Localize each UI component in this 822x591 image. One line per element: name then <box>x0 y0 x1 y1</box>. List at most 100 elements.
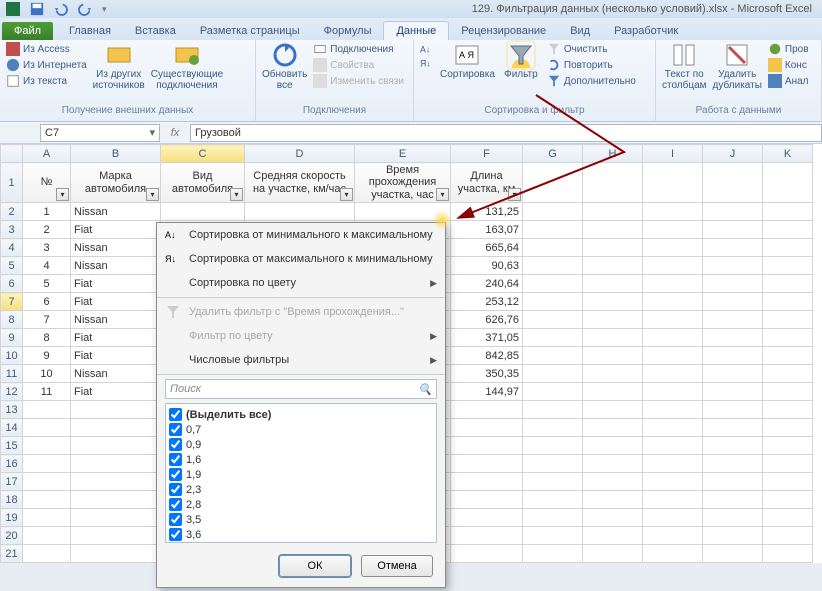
col-header-I[interactable]: I <box>643 145 703 163</box>
btn-validation[interactable]: Пров <box>768 42 809 56</box>
cell[interactable]: 90,63 <box>451 257 523 275</box>
sort-descending[interactable]: Я↓ Сортировка от максимального к минимал… <box>157 247 445 271</box>
filter-values-list[interactable]: (Выделить все) 0,70,91,61,92,32,83,53,64… <box>165 403 437 543</box>
btn-clear-filter[interactable]: Очистить <box>547 42 636 56</box>
tab-data[interactable]: Данные <box>383 21 449 40</box>
filter-value-item[interactable]: 3,5 <box>169 512 433 527</box>
cell[interactable]: 5 <box>23 275 71 293</box>
cell[interactable]: 3 <box>23 239 71 257</box>
undo-icon[interactable] <box>54 2 68 16</box>
row-header[interactable]: 12 <box>1 383 23 401</box>
row-header[interactable]: 10 <box>1 347 23 365</box>
cell[interactable]: 131,25 <box>451 203 523 221</box>
btn-sort-asc[interactable]: А↓ <box>420 42 434 56</box>
cell[interactable]: 842,85 <box>451 347 523 365</box>
redo-icon[interactable] <box>78 2 92 16</box>
cell[interactable] <box>161 203 245 221</box>
filter-value-item[interactable]: 3,6 <box>169 527 433 542</box>
btn-remove-duplicates[interactable]: Удалить дубликаты <box>713 42 762 91</box>
btn-existing-connections[interactable]: Существующие подключения <box>151 42 223 91</box>
cell[interactable]: 9 <box>23 347 71 365</box>
cell[interactable]: 350,35 <box>451 365 523 383</box>
cell[interactable]: 253,12 <box>451 293 523 311</box>
col-header-E[interactable]: E <box>355 145 451 163</box>
tab-review[interactable]: Рецензирование <box>449 22 558 40</box>
table-row[interactable]: 2 1 Nissan 131,25 <box>1 203 813 221</box>
row-header[interactable]: 15 <box>1 437 23 455</box>
btn-reapply[interactable]: Повторить <box>547 58 636 72</box>
col-header-D[interactable]: D <box>245 145 355 163</box>
col-header-J[interactable]: J <box>703 145 763 163</box>
row-header[interactable]: 7 <box>1 293 23 311</box>
col-header-B[interactable]: B <box>71 145 161 163</box>
filter-dropdown-B[interactable]: ▾ <box>146 188 159 201</box>
cell[interactable]: 11 <box>23 383 71 401</box>
cell[interactable]: Fiat <box>71 221 161 239</box>
row-header[interactable]: 20 <box>1 527 23 545</box>
filter-dropdown-D[interactable]: ▾ <box>340 188 353 201</box>
table-header-speed[interactable]: Средняя скорость на участке, км/час▾ <box>245 163 355 203</box>
table-header-time[interactable]: Время прохождения участка, час▾ <box>355 163 451 203</box>
cell[interactable] <box>245 203 355 221</box>
btn-connections[interactable]: Подключения <box>313 42 404 56</box>
tab-view[interactable]: Вид <box>558 22 602 40</box>
btn-filter[interactable]: Фильтр <box>501 42 541 88</box>
cell[interactable]: 163,07 <box>451 221 523 239</box>
filter-value-item[interactable]: 2,3 <box>169 482 433 497</box>
row-header[interactable]: 2 <box>1 203 23 221</box>
cell[interactable]: Fiat <box>71 347 161 365</box>
col-header-F[interactable]: F <box>451 145 523 163</box>
cell[interactable]: 371,05 <box>451 329 523 347</box>
filter-value-item[interactable]: 0,9 <box>169 437 433 452</box>
row-header[interactable]: 18 <box>1 491 23 509</box>
table-header-type[interactable]: Вид автомобиля▾ <box>161 163 245 203</box>
cell[interactable]: 240,64 <box>451 275 523 293</box>
table-header-n[interactable]: №▾ <box>23 163 71 203</box>
btn-other-sources[interactable]: Из других источников <box>93 42 145 91</box>
row-header[interactable]: 6 <box>1 275 23 293</box>
filter-value-item[interactable]: 4,1 <box>169 542 433 543</box>
cell[interactable]: 8 <box>23 329 71 347</box>
tab-developer[interactable]: Разработчик <box>602 22 690 40</box>
col-header-H[interactable]: H <box>583 145 643 163</box>
btn-advanced[interactable]: Дополнительно <box>547 74 636 88</box>
tab-formulas[interactable]: Формулы <box>312 22 384 40</box>
filter-select-all[interactable]: (Выделить все) <box>169 407 433 422</box>
cell[interactable]: 665,64 <box>451 239 523 257</box>
row-header[interactable]: 16 <box>1 455 23 473</box>
col-header-G[interactable]: G <box>523 145 583 163</box>
cell[interactable]: 10 <box>23 365 71 383</box>
btn-sort-desc[interactable]: Я↓ <box>420 56 434 70</box>
tab-home[interactable]: Главная <box>57 22 123 40</box>
row-header[interactable]: 13 <box>1 401 23 419</box>
row-header[interactable]: 4 <box>1 239 23 257</box>
table-header-length[interactable]: Длина участка, км▾ <box>451 163 523 203</box>
cell[interactable]: 4 <box>23 257 71 275</box>
row-header[interactable]: 1 <box>1 163 23 203</box>
filter-value-item[interactable]: 2,8 <box>169 497 433 512</box>
cell[interactable]: Fiat <box>71 383 161 401</box>
filter-dropdown-C[interactable]: ▾ <box>230 188 243 201</box>
filter-dropdown-F[interactable]: ▾ <box>508 188 521 201</box>
row-header[interactable]: 21 <box>1 545 23 563</box>
cell[interactable]: 2 <box>23 221 71 239</box>
btn-sort[interactable]: А ЯСортировка <box>440 42 495 88</box>
filter-dropdown-A[interactable]: ▾ <box>56 188 69 201</box>
row-header[interactable]: 19 <box>1 509 23 527</box>
btn-whatif[interactable]: Анал <box>768 74 809 88</box>
save-icon[interactable] <box>30 2 44 16</box>
formula-input[interactable]: Грузовой <box>190 124 822 142</box>
row-header[interactable]: 14 <box>1 419 23 437</box>
btn-from-access[interactable]: Из Access <box>6 42 87 56</box>
cell[interactable]: Nissan <box>71 239 161 257</box>
filter-value-item[interactable]: 0,7 <box>169 422 433 437</box>
cell[interactable]: Nissan <box>71 257 161 275</box>
btn-from-web[interactable]: Из Интернета <box>6 58 87 72</box>
cell[interactable]: Nissan <box>71 203 161 221</box>
cell[interactable]: Nissan <box>71 311 161 329</box>
sort-ascending[interactable]: А↓ Сортировка от минимального к максимал… <box>157 223 445 247</box>
col-header-C[interactable]: C <box>161 145 245 163</box>
table-header-brand[interactable]: Марка автомобиля▾ <box>71 163 161 203</box>
ok-button[interactable]: ОК <box>279 555 351 577</box>
filter-search-input[interactable]: Поиск 🔍 <box>165 379 437 399</box>
